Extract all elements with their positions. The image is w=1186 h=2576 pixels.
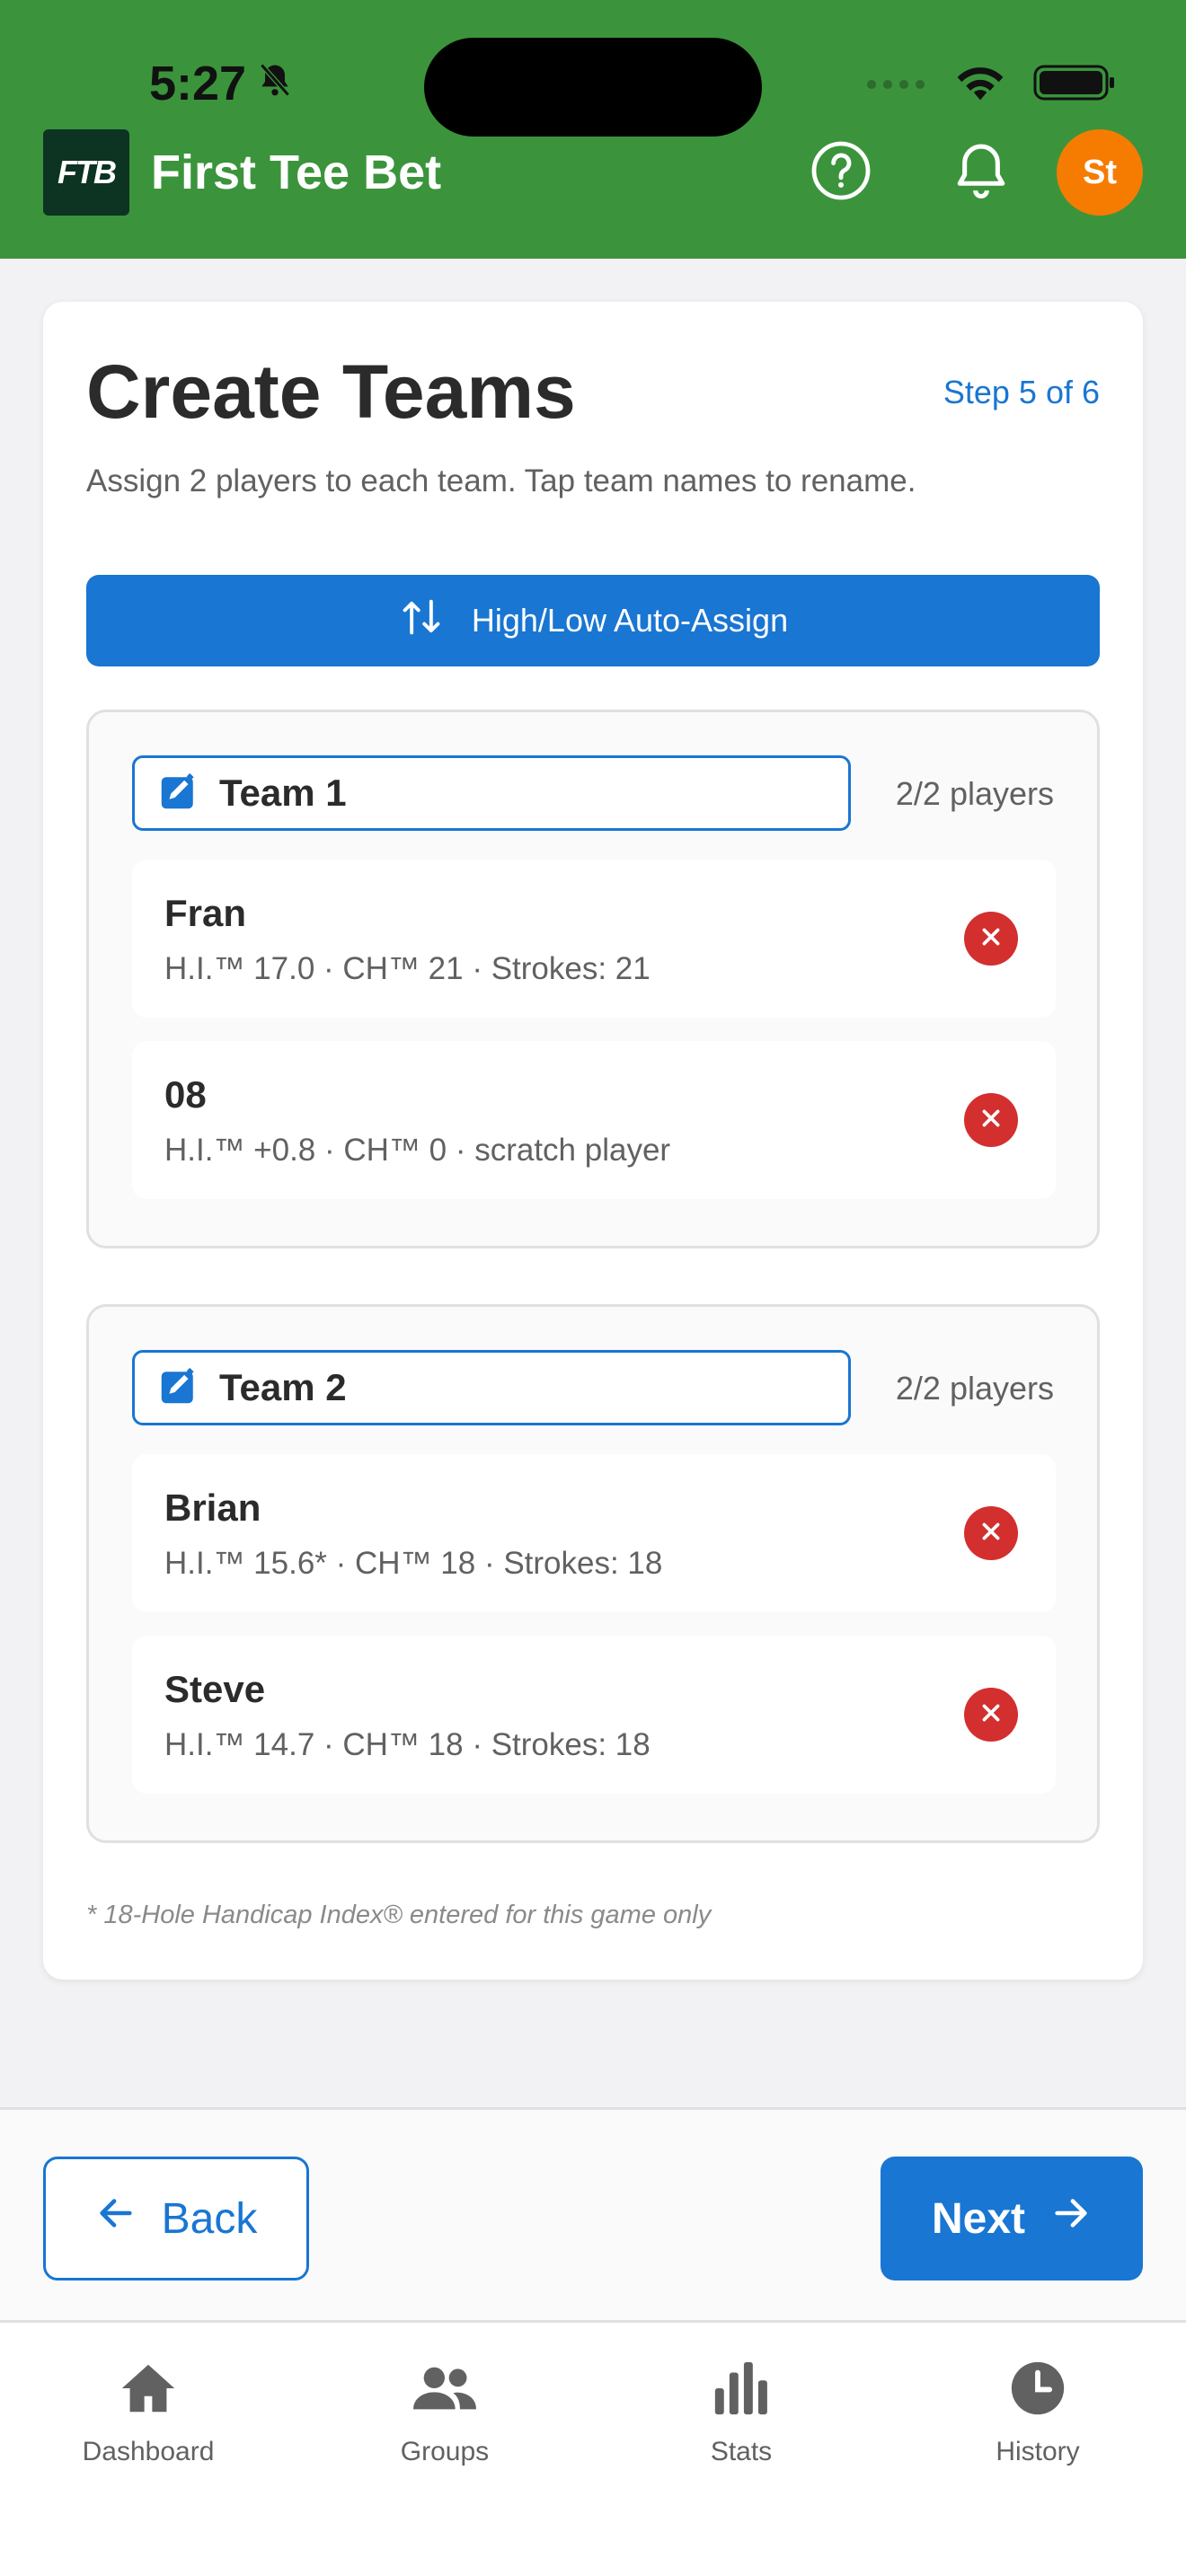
nav-item-history[interactable]: History <box>890 2323 1186 2502</box>
bottom-navigation: Dashboard Groups Stats History <box>0 2323 1186 2576</box>
auto-assign-button[interactable]: High/Low Auto-Assign <box>86 575 1100 666</box>
edit-icon <box>160 772 198 815</box>
arrow-right-icon <box>1050 2192 1092 2245</box>
nav-label: History <box>996 2437 1080 2466</box>
nav-label: Stats <box>710 2437 773 2466</box>
player-handicap-info: H.I.™ 14.7 · CH™ 18 · Strokes: 18 <box>164 1727 651 1762</box>
player-row: 08 H.I.™ +0.8 · CH™ 0 · scratch player <box>132 1041 1056 1199</box>
team-name-field[interactable]: Team 1 <box>132 755 851 831</box>
player-name: Fran <box>164 892 247 934</box>
arrow-left-icon <box>95 2192 137 2245</box>
app-title: First Tee Bet <box>151 146 442 199</box>
app-header: 5:27 FTB First Tee Bet St <box>0 0 1186 259</box>
step-indicator: Step 5 of 6 <box>943 374 1100 410</box>
create-teams-card: Create Teams Step 5 of 6 Assign 2 player… <box>43 302 1143 1980</box>
close-icon <box>979 925 1003 953</box>
team-name-field[interactable]: Team 2 <box>132 1350 851 1425</box>
remove-player-button[interactable] <box>964 1506 1018 1560</box>
back-label: Back <box>161 2194 258 2243</box>
bell-icon <box>947 135 1015 211</box>
user-avatar[interactable]: St <box>1057 129 1143 216</box>
auto-assign-label: High/Low Auto-Assign <box>471 602 789 639</box>
close-icon <box>979 1520 1003 1548</box>
next-button[interactable]: Next <box>881 2157 1143 2280</box>
team-name: Team 2 <box>219 1366 347 1408</box>
clock-icon <box>1006 2357 1069 2424</box>
player-name: Brian <box>164 1486 261 1529</box>
nav-label: Dashboard <box>82 2437 215 2466</box>
close-icon <box>979 1107 1003 1134</box>
battery-icon <box>1033 63 1116 107</box>
help-button[interactable] <box>771 129 911 216</box>
dynamic-island <box>424 38 762 137</box>
team-card-2: Team 2 2/2 players Brian H.I.™ 15.6* · C… <box>86 1304 1100 1843</box>
page-subtitle: Assign 2 players to each team. Tap team … <box>86 463 916 498</box>
swap-vertical-icon <box>398 594 445 648</box>
player-row: Steve H.I.™ 14.7 · CH™ 18 · Strokes: 18 <box>132 1636 1056 1794</box>
bell-muted-icon <box>255 56 295 111</box>
next-label: Next <box>931 2194 1026 2243</box>
nav-label: Groups <box>400 2437 490 2466</box>
close-icon <box>979 1701 1003 1729</box>
wizard-action-bar: Back Next <box>0 2107 1186 2323</box>
nav-item-groups[interactable]: Groups <box>296 2323 593 2502</box>
player-name: Steve <box>164 1668 266 1710</box>
wifi-icon <box>954 63 1006 107</box>
app-logo: FTB <box>43 129 129 216</box>
app-bar: FTB First Tee Bet St <box>43 129 1143 216</box>
team-name: Team 1 <box>219 772 347 814</box>
page-title: Create Teams <box>86 349 576 434</box>
team-player-count: 2/2 players <box>895 1370 1054 1407</box>
edit-icon <box>160 1367 198 1409</box>
nav-item-dashboard[interactable]: Dashboard <box>0 2323 296 2502</box>
status-indicators <box>864 63 1116 107</box>
player-name: 08 <box>164 1073 207 1116</box>
remove-player-button[interactable] <box>964 1093 1018 1147</box>
player-row: Fran H.I.™ 17.0 · CH™ 21 · Strokes: 21 <box>132 860 1056 1018</box>
handicap-footnote: * 18-Hole Handicap Index® entered for th… <box>86 1901 712 1929</box>
cellular-signal-icon <box>864 74 927 96</box>
team-player-count: 2/2 players <box>895 775 1054 812</box>
back-button[interactable]: Back <box>43 2157 309 2280</box>
remove-player-button[interactable] <box>964 912 1018 966</box>
home-icon <box>117 2357 180 2424</box>
nav-item-stats[interactable]: Stats <box>593 2323 890 2502</box>
help-icon <box>809 138 873 207</box>
remove-player-button[interactable] <box>964 1688 1018 1742</box>
header-actions: St <box>771 129 1143 216</box>
team-card-1: Team 1 2/2 players Fran H.I.™ 17.0 · CH™… <box>86 710 1100 1248</box>
player-row: Brian H.I.™ 15.6* · CH™ 18 · Strokes: 18 <box>132 1454 1056 1612</box>
status-bar-time: 5:27 <box>149 56 295 111</box>
notifications-button[interactable] <box>911 129 1051 216</box>
player-handicap-info: H.I.™ 15.6* · CH™ 18 · Strokes: 18 <box>164 1546 663 1581</box>
player-handicap-info: H.I.™ 17.0 · CH™ 21 · Strokes: 21 <box>164 951 651 986</box>
groups-icon <box>411 2357 479 2424</box>
bar-chart-icon <box>710 2357 773 2424</box>
player-handicap-info: H.I.™ +0.8 · CH™ 0 · scratch player <box>164 1133 671 1168</box>
